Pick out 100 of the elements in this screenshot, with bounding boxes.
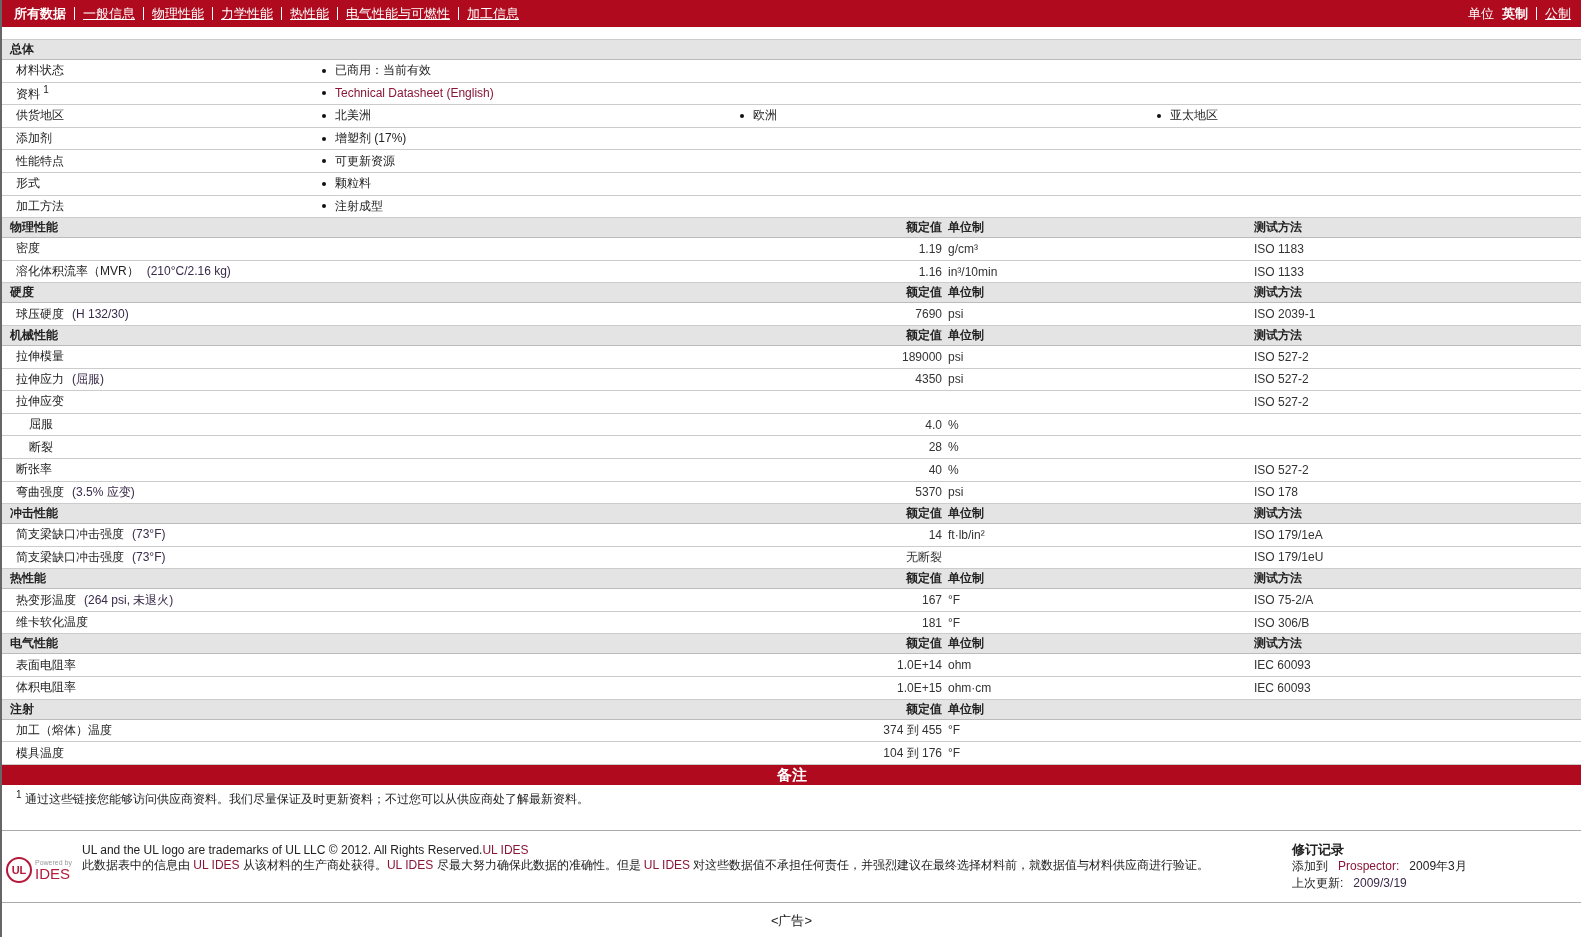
value-cell-text: 1.16 — [917, 264, 942, 279]
footnote-text: $^{1}$ 通过这些链接您能够访问供应商资料。我们尽量保证及时更新资料；不过您可以从供应商处了解最新资料。 — [16, 791, 589, 806]
column-heading: 额定值 — [905, 284, 942, 302]
unit-cell-text: in³/10min — [947, 264, 999, 279]
property-name: 供货地区 — [15, 107, 65, 125]
ul-ides-link[interactable]: UL IDES — [643, 857, 691, 872]
test-method-cell-text: ISO 1183 — [1254, 241, 1305, 256]
column-heading: 测试方法 — [1254, 505, 1303, 523]
column-heading: 测试方法 — [1254, 326, 1303, 344]
property-name: 资料 $^{1}$ — [15, 83, 50, 103]
updated-label: 上次更新: — [1292, 874, 1344, 892]
column-heading: 额定值 — [905, 505, 942, 523]
section-title: 冲击性能 — [9, 505, 59, 523]
unit-cell-text: psi — [947, 485, 965, 500]
property-name: 热变形温度 (264 psi, 未退火) — [15, 591, 175, 609]
test-method-cell-text: ISO 527-2 — [1254, 462, 1310, 477]
ul-ides-link[interactable]: UL IDES — [193, 857, 240, 872]
bullet-icon — [322, 204, 326, 209]
nav-tab[interactable]: 力学性能 — [221, 4, 273, 23]
nav-tab[interactable]: 物理性能 — [152, 4, 204, 23]
property-name: 加工（熔体）温度 — [15, 721, 113, 739]
property-value: 颗粒料 — [335, 175, 371, 193]
property-value: 欧洲 — [753, 107, 777, 125]
column-heading: 额定值 — [905, 635, 942, 653]
value-cell-text: 4.0 — [924, 417, 942, 432]
property-name: 断张率 — [15, 461, 53, 479]
unit-cell-text: °F — [947, 593, 962, 608]
ul-ides-link[interactable]: UL IDES — [386, 857, 434, 872]
unit-cell-text: ohm — [947, 658, 973, 673]
property-value: 注射成型 — [335, 197, 383, 215]
unit-cell-text: ft·lb/in² — [947, 527, 986, 542]
property-name: 屈服 — [28, 416, 54, 433]
property-name: 拉伸应力 (屈服) — [15, 370, 105, 388]
bullet-icon — [322, 181, 326, 186]
bullet-icon — [740, 114, 744, 118]
value-cell-text: 40 — [927, 462, 942, 477]
test-method-cell-text: IEC 60093 — [1254, 680, 1312, 695]
column-heading: 额定值 — [905, 700, 942, 718]
column-heading: 单位制 — [947, 570, 985, 588]
value-cell-text: 无断裂 — [905, 549, 942, 566]
units-label: 单位 — [1468, 4, 1494, 23]
property-name: 性能特点 — [15, 152, 65, 170]
added-date: 2009年3月 — [1409, 857, 1467, 875]
column-heading: 额定值 — [905, 219, 942, 237]
property-value: 已商用：当前有效 — [335, 62, 431, 80]
unit-cell-text: ohm·cm — [947, 680, 993, 695]
test-method-cell-text: ISO 179/1eU — [1254, 550, 1325, 565]
property-name: 体积电阻率 — [15, 679, 77, 697]
datasheet-link[interactable]: Technical Datasheet (English) — [335, 86, 494, 101]
bullet-icon — [322, 136, 326, 141]
test-method-cell-text: ISO 527-2 — [1254, 349, 1310, 364]
value-cell-text: 1.19 — [917, 241, 942, 256]
test-method-cell-text: ISO 75-2/A — [1254, 593, 1315, 608]
value-cell-text: 167 — [920, 593, 942, 608]
property-value: 北美洲 — [335, 107, 371, 125]
added-label: 添加到 — [1292, 857, 1328, 875]
column-heading: 单位制 — [947, 700, 985, 718]
value-cell-text: 4350 — [914, 372, 942, 387]
value-cell-text: 14 — [927, 527, 942, 542]
test-method-cell-text: ISO 178 — [1254, 485, 1300, 500]
column-heading: 额定值 — [905, 570, 942, 588]
unit-cell-text: psi — [947, 307, 965, 322]
value-cell-text: 7690 — [914, 307, 942, 322]
unit-cell-text: % — [947, 462, 960, 477]
property-name: 模具温度 — [15, 744, 65, 762]
property-name: 拉伸模量 — [15, 348, 65, 366]
property-name: 弯曲强度 (3.5% 应变) — [15, 483, 136, 501]
unit-option[interactable]: 英制 — [1502, 4, 1528, 23]
property-name: 维卡软化温度 — [15, 614, 89, 632]
bullet-icon — [1157, 114, 1161, 118]
nav-tab[interactable]: 一般信息 — [83, 4, 135, 23]
bullet-icon — [322, 159, 326, 164]
column-heading: 单位制 — [947, 635, 985, 653]
bullet-icon — [322, 68, 326, 73]
disclaimer-text: 此数据表中的信息由 UL IDES 从该材料的生产商处获得。UL IDES 尽最大努力确保此数据的准确性。但是 UL IDES 对这些数据值不承担任何责任，并强烈建议在最终选择材料前，就数据值与材料供应商进行验证。 — [82, 857, 1211, 873]
nav-tab[interactable]: 热性能 — [290, 4, 329, 23]
unit-cell-text: % — [947, 417, 960, 432]
value-cell-text: 189000 — [900, 349, 942, 364]
nav-tab[interactable]: 加工信息 — [467, 4, 519, 23]
column-heading: 测试方法 — [1254, 570, 1303, 588]
unit-cell-text: °F — [947, 746, 962, 761]
section-title: 热性能 — [9, 570, 47, 588]
ul-ides-link[interactable]: UL IDES — [482, 842, 529, 857]
section-title: 机械性能 — [9, 326, 59, 344]
column-heading: 单位制 — [947, 219, 985, 237]
property-value: 增塑剂 (17%) — [335, 130, 407, 148]
test-method-cell-text: ISO 179/1eA — [1254, 527, 1324, 542]
nav-tab[interactable]: 电气性能与可燃性 — [346, 4, 450, 23]
test-method-cell-text: ISO 2039-1 — [1254, 307, 1317, 322]
property-name: 球压硬度 (H 132/30) — [15, 305, 130, 323]
property-name: 断裂 — [28, 438, 54, 456]
test-method-cell-text: IEC 60093 — [1254, 658, 1312, 673]
prospector-link[interactable]: Prospector: — [1338, 857, 1400, 875]
column-heading: 单位制 — [947, 326, 985, 344]
unit-option[interactable]: 公制 — [1545, 4, 1571, 23]
property-name: 溶化体积流率（MVR） (210°C/2.16 kg) — [15, 263, 232, 281]
property-value: 亚太地区 — [1170, 107, 1218, 125]
column-heading: 测试方法 — [1254, 635, 1303, 653]
unit-cell-text: psi — [947, 372, 965, 387]
nav-tab[interactable]: 所有数据 — [14, 4, 66, 23]
